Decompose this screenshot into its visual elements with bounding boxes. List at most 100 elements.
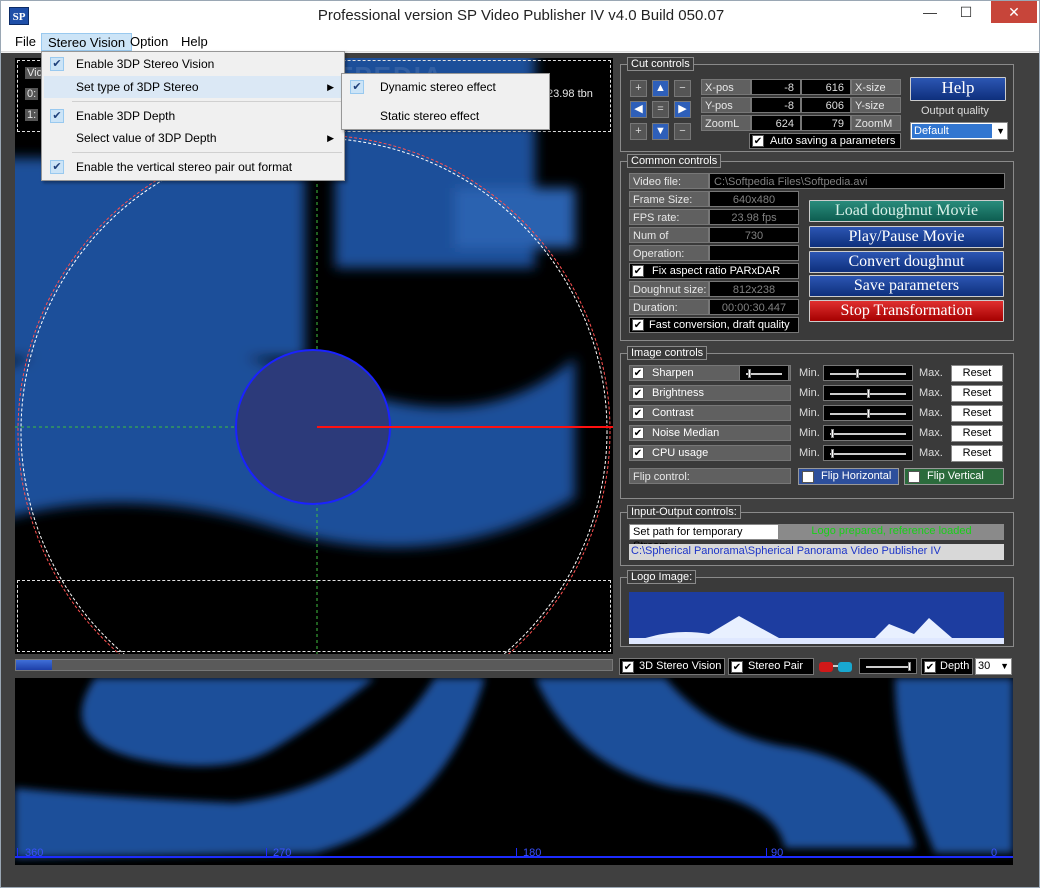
check-icon: ✔	[350, 80, 364, 94]
contrast-slider[interactable]	[823, 405, 913, 421]
depth-toggle[interactable]: ✔ Depth	[921, 658, 973, 675]
minimize-button[interactable]: —	[913, 1, 947, 23]
ruler-label-360: 360	[25, 847, 44, 859]
noise-median-row[interactable]: ✔ Noise Median	[629, 425, 791, 441]
depth-chevron-icon: ▼	[1000, 661, 1009, 671]
flip-vertical-toggle[interactable]: Flip Vertical	[904, 468, 1004, 485]
brightness-slider[interactable]	[823, 385, 913, 401]
io-controls-panel: Input-Output controls: Set path for temp…	[620, 505, 1014, 566]
sharpen-slider[interactable]	[823, 365, 913, 381]
noise-median-slider[interactable]	[823, 425, 913, 441]
menu-item-set-type-label: Set type of 3DP Stereo	[76, 80, 199, 94]
zoom-in-small-icon[interactable]: +	[630, 123, 647, 140]
auto-saving-label: Auto saving a parameters	[770, 135, 896, 147]
app-window: SP Professional version SP Video Publish…	[0, 0, 1040, 888]
check-icon: ✔	[50, 109, 64, 123]
stereo-vision-toggle[interactable]: ✔ 3D Stereo Vision	[619, 658, 725, 675]
zoomm-value[interactable]: 79	[801, 115, 851, 131]
contrast-reset-button[interactable]: Reset	[951, 405, 1003, 422]
save-parameters-button[interactable]: Save parameters	[809, 275, 1004, 297]
menu-help[interactable]: Help	[175, 33, 214, 51]
submenu-item-dynamic[interactable]: ✔ Dynamic stereo effect	[344, 76, 547, 98]
arrow-left-icon[interactable]: ◀	[630, 101, 647, 118]
menu-file[interactable]: File	[9, 33, 42, 51]
arrow-up-icon[interactable]: ▲	[652, 80, 669, 97]
cpu-usage-reset-button[interactable]: Reset	[951, 445, 1003, 462]
menu-stereo-vision[interactable]: Stereo Vision	[41, 33, 133, 51]
fix-aspect-row[interactable]: ✔ Fix aspect ratio PARxDAR	[629, 263, 799, 279]
output-quality-select[interactable]: Default ▼	[910, 122, 1008, 140]
cpu-usage-slider[interactable]	[823, 445, 913, 461]
flip-vertical-label: Flip Vertical	[927, 470, 984, 482]
zoom-out-small-icon[interactable]: −	[674, 123, 691, 140]
sharpen-inline-slider[interactable]	[739, 365, 789, 381]
xpos-value[interactable]: -8	[751, 79, 801, 95]
brightness-reset-button[interactable]: Reset	[951, 385, 1003, 402]
ypos-value2[interactable]: 606	[801, 97, 851, 113]
fast-conversion-checkbox[interactable]: ✔	[632, 319, 644, 331]
brightness-checkbox[interactable]: ✔	[632, 387, 644, 399]
stereo-pair-checkbox[interactable]: ✔	[731, 661, 743, 673]
fast-conversion-row[interactable]: ✔ Fast conversion, draft quality	[629, 317, 799, 333]
stereo-pair-toggle[interactable]: ✔ Stereo Pair	[728, 658, 814, 675]
flip-horizontal-toggle[interactable]: Flip Horizontal	[798, 468, 899, 485]
sharpen-slider-thumb[interactable]	[856, 369, 859, 378]
ruler-tick-270	[266, 848, 267, 858]
menu-option[interactable]: Option	[124, 33, 174, 51]
cpu-usage-checkbox[interactable]: ✔	[632, 447, 644, 459]
stop-transformation-button[interactable]: Stop Transformation	[809, 300, 1004, 322]
depth-slider[interactable]	[859, 658, 917, 674]
stereo-vision-checkbox[interactable]: ✔	[622, 661, 634, 673]
sharpen-reset-button[interactable]: Reset	[951, 365, 1003, 382]
play-pause-button[interactable]: Play/Pause Movie	[809, 226, 1004, 248]
menu-item-vertical-stereo[interactable]: ✔ Enable the vertical stereo pair out fo…	[44, 156, 342, 178]
noise-median-reset-button[interactable]: Reset	[951, 425, 1003, 442]
bottom-crop-region	[17, 580, 611, 652]
help-button[interactable]: Help	[910, 77, 1006, 101]
brightness-row[interactable]: ✔ Brightness	[629, 385, 791, 401]
frame-size-label: Frame Size:	[629, 191, 709, 207]
cpu-usage-row[interactable]: ✔ CPU usage	[629, 445, 791, 461]
contrast-slider-thumb[interactable]	[867, 409, 870, 418]
load-doughnut-button[interactable]: Load doughnut Movie	[809, 200, 1004, 222]
submenu-arrow-icon: ▶	[327, 133, 334, 143]
noise-median-checkbox[interactable]: ✔	[632, 427, 644, 439]
auto-saving-row[interactable]: ✔ Auto saving a parameters	[749, 133, 901, 149]
menu-item-enable-depth[interactable]: ✔ Enable 3DP Depth	[44, 105, 342, 127]
zoom-out-icon[interactable]: −	[674, 80, 691, 97]
close-button[interactable]: ✕	[991, 1, 1037, 23]
playback-progress-bar[interactable]	[15, 659, 613, 671]
contrast-row[interactable]: ✔ Contrast	[629, 405, 791, 421]
arrow-down-icon[interactable]: ▼	[652, 123, 669, 140]
zooml-value[interactable]: 624	[751, 115, 801, 131]
submenu-item-static[interactable]: Static stereo effect	[344, 105, 547, 127]
arrow-right-icon[interactable]: ▶	[674, 101, 691, 118]
maximize-button[interactable]: ☐	[949, 1, 983, 23]
depth-value-select[interactable]: 30 ▼	[975, 658, 1012, 675]
zoom-in-icon[interactable]: +	[630, 80, 647, 97]
sharpen-checkbox[interactable]: ✔	[632, 367, 644, 379]
convert-doughnut-button[interactable]: Convert doughnut	[809, 251, 1004, 273]
io-controls-title: Input-Output controls:	[627, 505, 741, 519]
menu-item-select-depth[interactable]: Select value of 3DP Depth ▶	[44, 127, 342, 149]
stereo-vision-label: 3D Stereo Vision	[639, 660, 722, 672]
brightness-slider-thumb[interactable]	[867, 389, 870, 398]
noise-median-slider-thumb[interactable]	[831, 429, 834, 438]
set-path-button[interactable]: Set path for temporary Stream	[629, 524, 779, 552]
flip-vertical-checkbox[interactable]	[908, 471, 920, 483]
xpos-value2[interactable]: 616	[801, 79, 851, 95]
duration-value: 00:00:30.447	[709, 299, 799, 315]
contrast-checkbox[interactable]: ✔	[632, 407, 644, 419]
menu-item-set-type[interactable]: Set type of 3DP Stereo ▶	[44, 76, 342, 98]
progress-fill	[16, 660, 52, 670]
panorama-output-view[interactable]: 360 270 180 90 0	[15, 678, 1013, 865]
center-icon[interactable]: =	[652, 101, 669, 118]
auto-saving-checkbox[interactable]: ✔	[752, 135, 764, 147]
menu-item-enable-stereo[interactable]: ✔ Enable 3DP Stereo Vision	[44, 53, 342, 75]
anaglyph-glasses-icon	[818, 659, 854, 675]
depth-checkbox[interactable]: ✔	[924, 661, 936, 673]
ypos-value[interactable]: -8	[751, 97, 801, 113]
cpu-usage-slider-thumb[interactable]	[831, 449, 834, 458]
fix-aspect-checkbox[interactable]: ✔	[632, 265, 644, 277]
flip-horizontal-checkbox[interactable]	[802, 471, 814, 483]
